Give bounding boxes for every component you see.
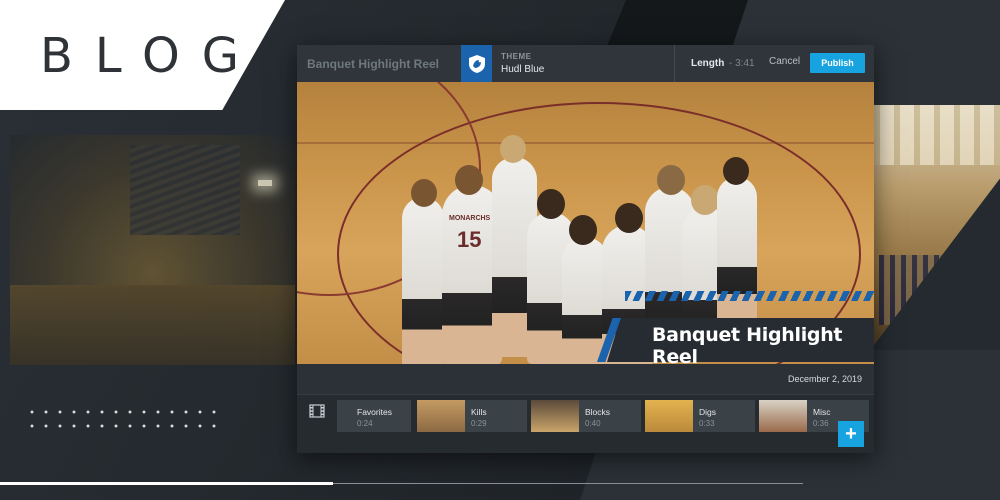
clip-name: Digs <box>699 407 717 417</box>
length-label: Length <box>691 58 725 69</box>
clip-duration: 0:40 <box>585 419 601 428</box>
cancel-button[interactable]: Cancel <box>769 56 800 67</box>
player <box>402 197 444 364</box>
decorative-dots-row-1 <box>25 410 225 414</box>
shield-logo-icon <box>468 54 485 73</box>
player-head <box>455 165 483 195</box>
video-date: December 2, 2019 <box>787 374 862 384</box>
video-editor-window: Banquet Highlight Reel THEME Hudl Blue L… <box>297 45 874 453</box>
decorative-line-thin <box>333 483 803 484</box>
player-head <box>411 179 437 207</box>
theme-name[interactable]: Hudl Blue <box>501 64 544 75</box>
clip-timeline: Favorites 0:24 Kills 0:29 Blocks 0:40 Di… <box>297 395 874 453</box>
clip-thumbnail <box>531 400 579 432</box>
publish-button[interactable]: Publish <box>810 53 865 73</box>
length-value: - 3:41 <box>729 58 755 69</box>
player-head <box>537 189 565 219</box>
decorative-line <box>0 482 333 485</box>
decorative-dots-row-2 <box>25 424 225 428</box>
jersey-name: MONARCHS <box>449 215 491 222</box>
clip-duration: 0:29 <box>471 419 487 428</box>
clip-thumbnail <box>645 400 693 432</box>
player-head <box>691 185 719 215</box>
ceiling-beams <box>874 105 1000 165</box>
clip-name: Favorites <box>357 407 392 417</box>
player-head <box>657 165 685 195</box>
titlebar-divider <box>674 45 675 82</box>
editor-titlebar: Banquet Highlight Reel THEME Hudl Blue L… <box>297 45 874 83</box>
player-head <box>500 135 526 163</box>
clip-favorites[interactable]: Favorites 0:24 <box>337 400 411 432</box>
theme-logo-badge[interactable] <box>461 45 492 82</box>
bleachers <box>130 145 240 235</box>
video-preview[interactable]: 15 MONARCHS Banquet Highlight Reel <box>297 82 874 364</box>
clip-thumbnail <box>759 400 807 432</box>
jersey-number: 15 <box>457 227 482 252</box>
project-title[interactable]: Banquet Highlight Reel <box>307 57 439 71</box>
light-fixture <box>258 180 272 186</box>
film-icon <box>309 404 325 418</box>
clip-name: Misc <box>813 407 831 417</box>
clip-name: Blocks <box>585 407 611 417</box>
player <box>717 177 757 327</box>
clip-duration: 0:36 <box>813 419 829 428</box>
clip-digs[interactable]: Digs 0:33 <box>645 400 755 432</box>
clip-duration: 0:33 <box>699 419 715 428</box>
player-head <box>569 215 597 245</box>
clip-duration: 0:24 <box>357 419 373 428</box>
clip-blocks[interactable]: Blocks 0:40 <box>531 400 641 432</box>
add-clip-button[interactable]: + <box>838 421 864 447</box>
blog-title: BLOG <box>40 28 261 84</box>
clip-name: Kills <box>471 407 487 417</box>
theme-label: THEME <box>501 52 532 61</box>
background-gym-photo-left <box>10 135 295 365</box>
player-head <box>723 157 749 185</box>
clip-thumbnail <box>417 400 465 432</box>
player-head <box>615 203 643 233</box>
caption-stripes <box>625 291 874 301</box>
court-floor <box>10 285 295 365</box>
video-caption-title: Banquet Highlight Reel <box>652 324 843 364</box>
date-bar: December 2, 2019 <box>297 364 874 395</box>
clip-kills[interactable]: Kills 0:29 <box>417 400 527 432</box>
